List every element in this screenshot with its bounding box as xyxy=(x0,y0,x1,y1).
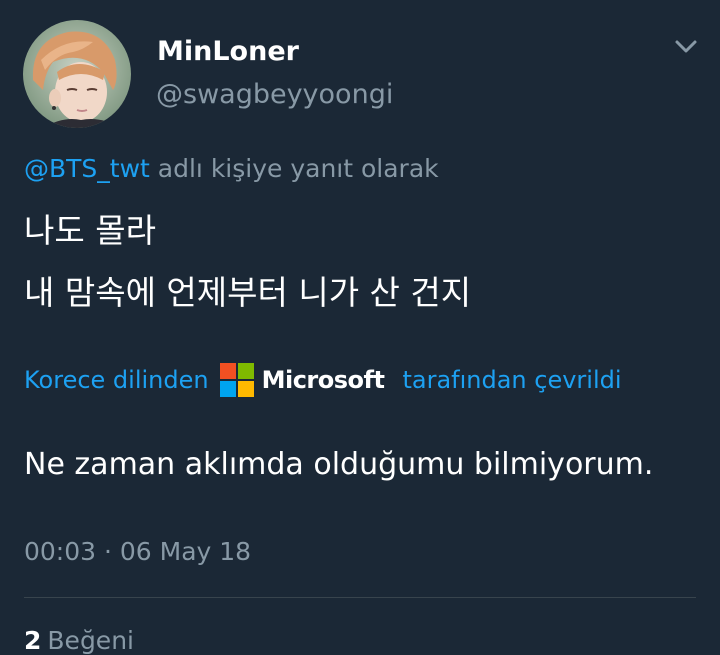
tweet-text: 나도 몰라 내 맘속에 언제부터 니가 산 건지 xyxy=(24,200,471,324)
tweet-timestamp: 00:03 · 06 May 18 xyxy=(24,537,252,566)
user-handle[interactable]: @swagbeyyoongi xyxy=(156,79,393,110)
chevron-down-icon[interactable] xyxy=(671,34,701,60)
reply-context-text: adlı kişiye yanıt olarak xyxy=(149,154,439,183)
translation-source-label[interactable]: Korece dilinden xyxy=(24,366,209,394)
display-name[interactable]: MinLoner xyxy=(157,36,299,67)
translated-tweet-text: Ne zaman aklımda olduğumu bilmiyorum. xyxy=(24,447,654,482)
translation-provider-label[interactable]: tarafından çevrildi xyxy=(402,366,621,394)
reply-mention-link[interactable]: @BTS_twt xyxy=(24,154,150,183)
tweet-text-line: 내 맘속에 언제부터 니가 산 건지 xyxy=(24,273,472,312)
translation-attribution[interactable]: Korece dilinden Microsoft tarafından çev… xyxy=(24,362,622,398)
reply-context: @BTS_twt adlı kişiye yanıt olarak xyxy=(24,154,439,183)
avatar[interactable] xyxy=(23,20,131,128)
divider xyxy=(24,597,696,598)
tweet-text-line: 나도 몰라 xyxy=(24,211,156,250)
microsoft-logo-icon xyxy=(219,362,255,398)
translation-brand: Microsoft xyxy=(261,366,385,394)
avatar-image xyxy=(23,20,131,128)
